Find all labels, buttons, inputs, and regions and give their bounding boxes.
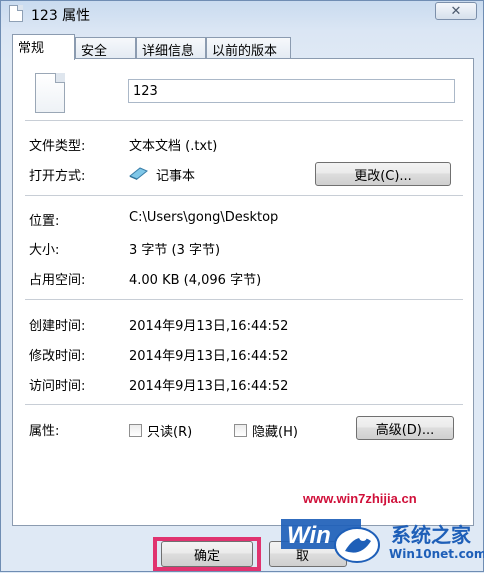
open-with-label: 打开方式: xyxy=(29,169,86,184)
tab-details[interactable]: 详细信息 xyxy=(136,37,206,59)
tab-general[interactable]: 常规 xyxy=(12,34,75,60)
watermark: www.win7zhijia.cn Win 系统之家 Win10net.com xyxy=(281,491,484,573)
accessed-label: 访问时间: xyxy=(29,379,86,394)
size-value: 3 字节 (3 字节) xyxy=(129,243,221,258)
size-on-disk-value: 4.00 KB (4,096 字节) xyxy=(129,273,262,288)
tab-label: 详细信息 xyxy=(142,44,195,59)
watermark-url: www.win7zhijia.cn xyxy=(303,491,417,506)
size-label: 大小: xyxy=(29,243,60,258)
file-type-label: 文件类型: xyxy=(29,139,86,154)
location-value: C:\Users\gong\Desktop xyxy=(129,210,279,225)
hidden-checkbox[interactable]: 隐藏(H) xyxy=(234,421,298,440)
checkbox-box[interactable] xyxy=(234,424,247,437)
title-bar[interactable]: 123 属性 ✕ xyxy=(1,1,483,27)
attributes-label: 属性: xyxy=(29,424,60,439)
readonly-checkbox[interactable]: 只读(R) xyxy=(129,421,192,440)
tab-security[interactable]: 安全 xyxy=(75,37,136,59)
tab-label: 以前的版本 xyxy=(212,44,278,59)
created-value: 2014年9月13日,16:44:52 xyxy=(129,319,289,334)
tab-label: 安全 xyxy=(81,44,108,59)
divider xyxy=(25,120,463,121)
watermark-brand: 系统之家 xyxy=(391,523,471,547)
modified-value: 2014年9月13日,16:44:52 xyxy=(129,349,289,364)
tab-previous-versions[interactable]: 以前的版本 xyxy=(206,37,291,59)
text-file-icon xyxy=(35,73,65,113)
svg-text:Win: Win xyxy=(287,522,331,549)
tab-label: 常规 xyxy=(18,41,45,56)
watermark-site: Win10net.com xyxy=(389,547,484,561)
readonly-label: 只读(R) xyxy=(147,425,193,440)
divider xyxy=(25,195,463,196)
properties-window: 123 属性 ✕ 常规 安全 详细信息 以前的版本 文件类型: 文本文档 (.t… xyxy=(0,0,484,572)
open-with-value: 记事本 xyxy=(156,169,196,184)
file-icon xyxy=(9,5,23,22)
notepad-icon xyxy=(129,167,148,180)
file-type-value: 文本文档 (.txt) xyxy=(129,139,218,154)
close-button[interactable]: ✕ xyxy=(435,2,477,20)
general-panel: 文件类型: 文本文档 (.txt) 打开方式: 记事本 更改(C)... 位置:… xyxy=(12,58,474,526)
divider xyxy=(25,404,463,405)
change-button[interactable]: 更改(C)... xyxy=(315,162,451,186)
size-on-disk-label: 占用空间: xyxy=(29,273,86,288)
window-title: 123 属性 xyxy=(31,8,91,24)
location-label: 位置: xyxy=(29,214,60,229)
created-label: 创建时间: xyxy=(29,319,86,334)
ok-button-highlight xyxy=(153,537,261,571)
checkbox-box[interactable] xyxy=(129,424,142,437)
file-name-input[interactable] xyxy=(128,79,455,103)
close-icon: ✕ xyxy=(450,3,462,19)
advanced-button[interactable]: 高级(D)... xyxy=(356,416,454,440)
hidden-label: 隐藏(H) xyxy=(252,425,298,440)
modified-label: 修改时间: xyxy=(29,349,86,364)
divider xyxy=(25,299,463,300)
accessed-value: 2014年9月13日,16:44:52 xyxy=(129,379,289,394)
